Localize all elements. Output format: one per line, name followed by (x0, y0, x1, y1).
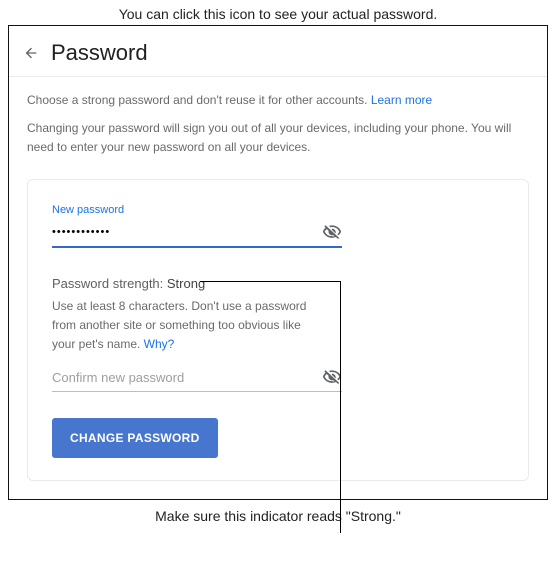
strength-value: Strong (167, 276, 205, 291)
confirm-password-field[interactable]: Confirm new password (52, 367, 342, 392)
desc1-text: Choose a strong password and don't reuse… (27, 93, 371, 107)
new-password-label: New password (52, 204, 504, 216)
strength-label: Password strength: (52, 276, 167, 291)
password-card: New password •••••••••••• Password stren… (27, 179, 529, 481)
annotation-top: You can click this icon to see your actu… (0, 0, 556, 25)
new-password-field[interactable]: •••••••••••• (52, 222, 342, 248)
password-strength-indicator: Password strength: Strong (52, 276, 504, 291)
annotation-bottom: Make sure this indicator reads "Strong." (0, 500, 556, 524)
description-line-1: Choose a strong password and don't reuse… (27, 91, 529, 109)
description-line-2: Changing your password will sign you out… (27, 119, 529, 157)
learn-more-link[interactable]: Learn more (371, 93, 432, 107)
hint-text: Use at least 8 characters. Don't use a p… (52, 299, 306, 350)
back-arrow-icon[interactable] (23, 45, 39, 61)
password-hint: Use at least 8 characters. Don't use a p… (52, 297, 312, 353)
description-block: Choose a strong password and don't reuse… (9, 77, 547, 161)
page-title: Password (51, 40, 148, 66)
visibility-off-icon[interactable] (322, 367, 342, 387)
new-password-value: •••••••••••• (52, 226, 322, 238)
visibility-off-icon[interactable] (322, 222, 342, 242)
why-link[interactable]: Why? (144, 337, 175, 351)
password-panel: Password Choose a strong password and do… (8, 25, 548, 500)
header: Password (9, 26, 547, 77)
change-password-button[interactable]: CHANGE PASSWORD (52, 418, 218, 458)
confirm-password-placeholder: Confirm new password (52, 370, 322, 385)
